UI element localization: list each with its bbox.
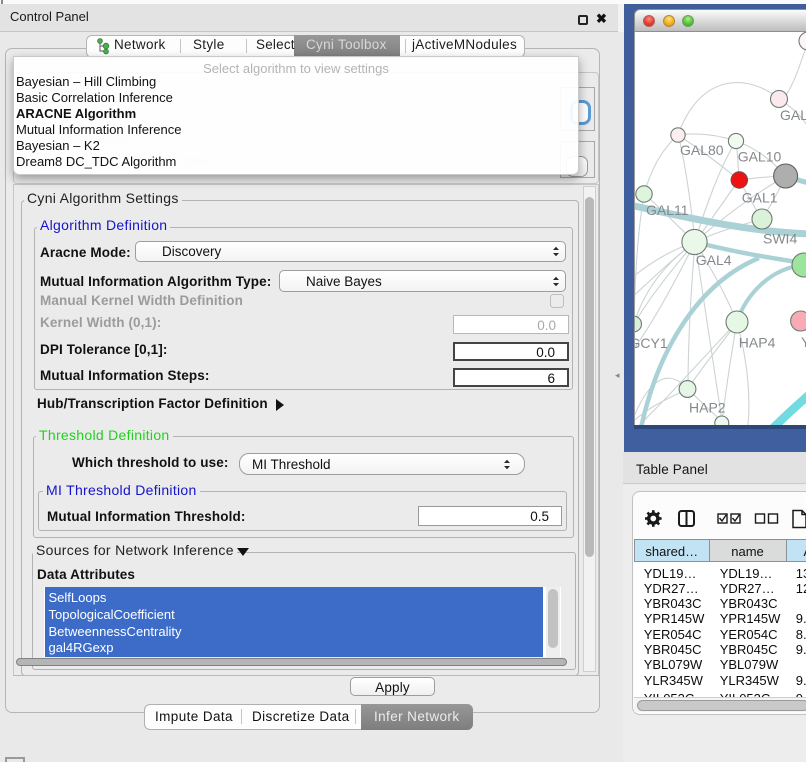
svg-text:GAL7: GAL7 bbox=[780, 107, 806, 123]
svg-text:GAL4: GAL4 bbox=[696, 252, 732, 268]
svg-text:HAP4: HAP4 bbox=[739, 335, 776, 351]
svg-text:GAL1: GAL1 bbox=[742, 190, 778, 206]
svg-text:SWI4: SWI4 bbox=[763, 231, 797, 247]
svg-text:GCY1: GCY1 bbox=[635, 335, 668, 351]
svg-text:GAL11: GAL11 bbox=[646, 202, 689, 218]
svg-text:GAL80: GAL80 bbox=[680, 142, 724, 158]
svg-text:HAP2: HAP2 bbox=[689, 400, 726, 416]
svg-text:GAL10: GAL10 bbox=[738, 149, 782, 165]
svg-text:Y: Y bbox=[801, 334, 806, 350]
